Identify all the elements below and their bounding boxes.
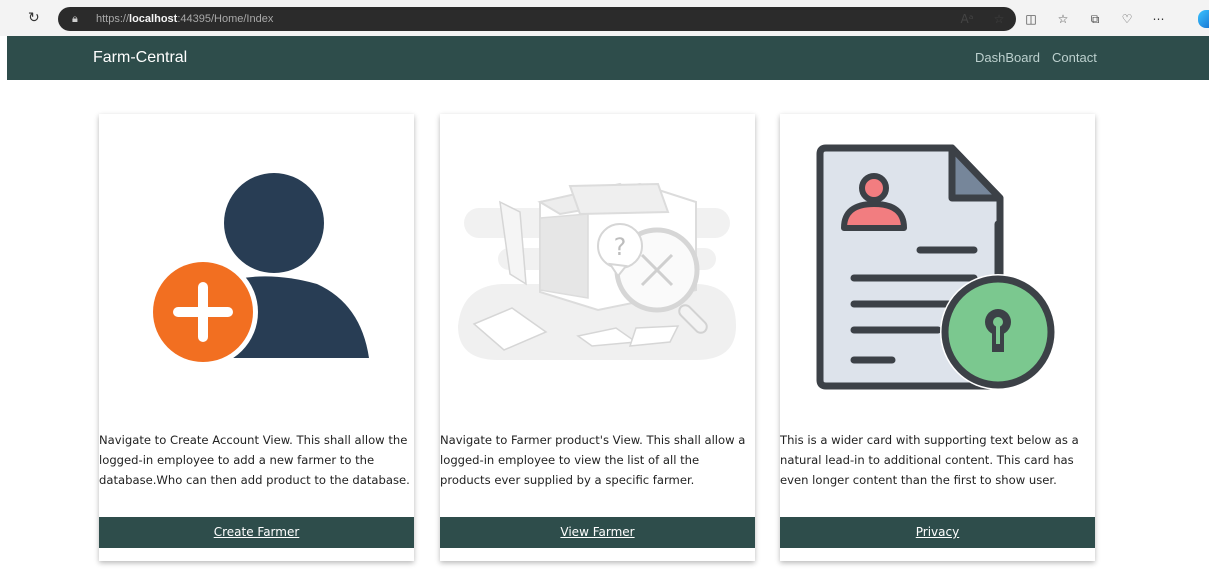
card-create-farmer: Navigate to Create Account View. This sh… xyxy=(99,114,414,561)
more-icon[interactable]: ⋯ xyxy=(1150,7,1168,31)
read-aloud-icon[interactable]: Aᵃ xyxy=(958,7,976,31)
privacy-link[interactable]: Privacy xyxy=(916,525,959,539)
nav-link-dashboard[interactable]: DashBoard xyxy=(975,48,1040,68)
locked-document-icon xyxy=(816,144,1056,390)
address-bar[interactable]: 🔒︎ https://localhost:44395/Home/Index xyxy=(58,7,1016,31)
card-privacy: This is a wider card with supporting tex… xyxy=(780,114,1095,561)
empty-box-search-icon: ? xyxy=(458,182,736,360)
url-text[interactable]: https://localhost:44395/Home/Index xyxy=(96,11,273,27)
browser-toolbar: ↻ 🔒︎ https://localhost:44395/Home/Index … xyxy=(0,0,1209,36)
favorites-icon[interactable]: ☆ xyxy=(1054,7,1072,31)
card-footer: Privacy xyxy=(780,517,1095,548)
browser-tools: Aᵃ ☆ ◫ ☆ ⧉ ♡ ⋯ xyxy=(958,7,1168,31)
brand-link[interactable]: Farm-Central xyxy=(93,48,187,68)
view-farmer-link[interactable]: View Farmer xyxy=(560,525,634,539)
favorite-star-icon[interactable]: ☆ xyxy=(990,7,1008,31)
card-text: This is a wider card with supporting tex… xyxy=(780,433,1079,487)
card-text: Navigate to Create Account View. This sh… xyxy=(99,433,410,487)
split-screen-icon[interactable]: ◫ xyxy=(1022,7,1040,31)
card-footer: View Farmer xyxy=(440,517,755,548)
svg-text:?: ? xyxy=(614,233,627,261)
card-footer: Create Farmer xyxy=(99,517,414,548)
collections-icon[interactable]: ⧉ xyxy=(1086,7,1104,31)
nav-link-contact[interactable]: Contact xyxy=(1052,48,1097,68)
add-user-icon xyxy=(148,173,369,367)
lock-icon[interactable]: 🔒︎ xyxy=(72,11,88,27)
reload-icon[interactable]: ↻ xyxy=(28,10,44,26)
nav-links: DashBoard Contact xyxy=(975,48,1097,68)
copilot-icon[interactable]: ♡ xyxy=(1118,7,1136,31)
create-farmer-link[interactable]: Create Farmer xyxy=(214,525,300,539)
navbar: Farm-Central DashBoard Contact xyxy=(7,36,1209,80)
edge-logo-icon[interactable] xyxy=(1198,10,1209,28)
card-text: Navigate to Farmer product's View. This … xyxy=(440,433,746,487)
card-view-farmer: ? Navigate to Farmer product's View. Thi… xyxy=(440,114,755,561)
